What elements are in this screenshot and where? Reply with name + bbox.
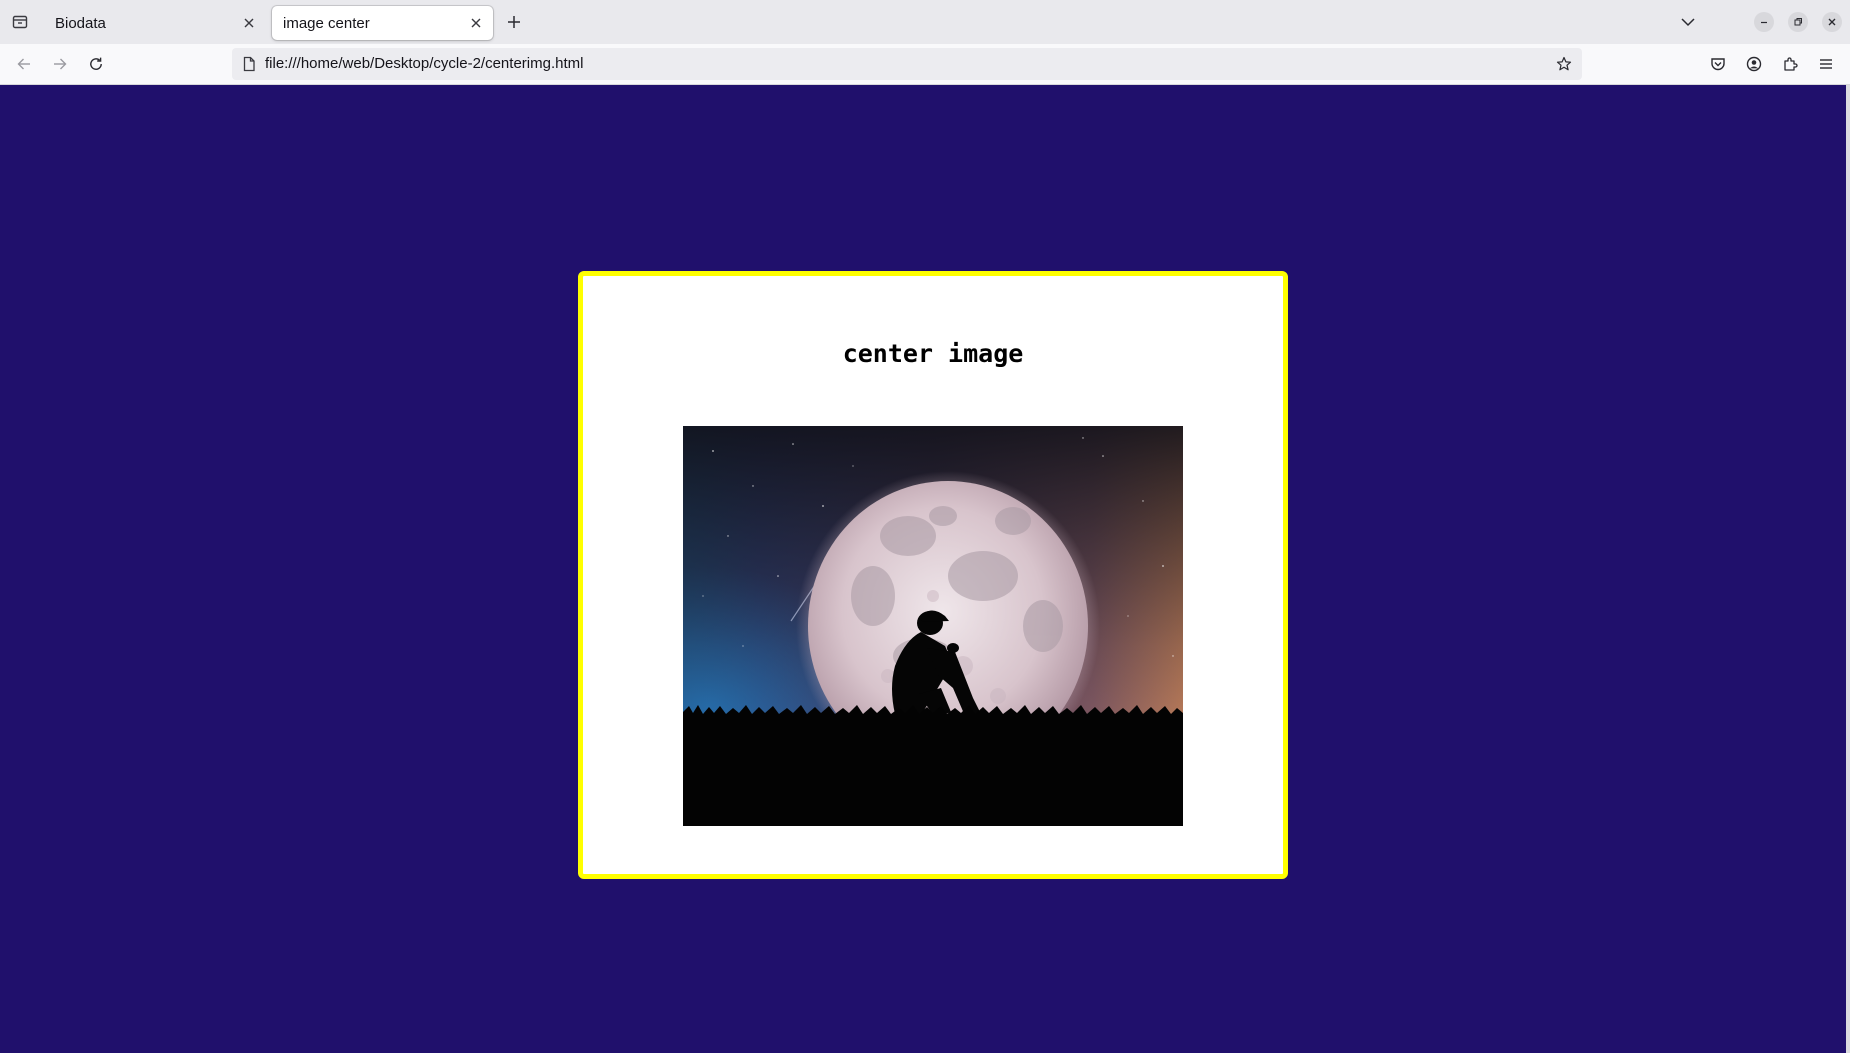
- tab-title: image center: [283, 14, 370, 32]
- close-icon: [244, 18, 254, 28]
- url-text[interactable]: file:///home/web/Desktop/cycle-2/centeri…: [265, 55, 583, 72]
- puzzle-icon: [1784, 57, 1798, 71]
- app-menu-button[interactable]: [1812, 50, 1840, 78]
- reload-icon: [90, 57, 102, 70]
- restore-icon: [1794, 18, 1802, 26]
- account-button[interactable]: [1740, 50, 1768, 78]
- tab-biodata[interactable]: Biodata: [44, 6, 266, 40]
- scrollbar[interactable]: [1846, 85, 1850, 1053]
- arrow-left-icon: [17, 58, 30, 70]
- bookmark-star-button[interactable]: [1552, 52, 1576, 76]
- tab-title: Biodata: [55, 14, 106, 32]
- minimize-button[interactable]: [1754, 12, 1774, 32]
- forward-button[interactable]: [45, 49, 75, 79]
- list-all-tabs-button[interactable]: [1674, 8, 1702, 36]
- tab-strip: Biodata image center: [0, 0, 1850, 44]
- firefox-view-icon: [12, 15, 28, 29]
- window-close-button[interactable]: [1822, 12, 1842, 32]
- page-content: center image: [0, 85, 1850, 1053]
- account-icon: [1746, 56, 1762, 72]
- close-icon: [1828, 18, 1836, 26]
- new-tab-button[interactable]: [500, 8, 528, 36]
- navigation-bar: file:///home/web/Desktop/cycle-2/centeri…: [0, 44, 1850, 85]
- minimize-icon: [1761, 21, 1767, 24]
- extensions-button[interactable]: [1776, 50, 1804, 78]
- page-icon: [241, 56, 257, 72]
- plus-icon: [508, 16, 520, 28]
- pocket-icon: [1711, 58, 1725, 71]
- url-bar[interactable]: file:///home/web/Desktop/cycle-2/centeri…: [232, 48, 1582, 80]
- back-button[interactable]: [9, 49, 39, 79]
- close-icon: [471, 18, 481, 28]
- tab-close-button[interactable]: [465, 12, 487, 34]
- firefox-view-button[interactable]: [6, 8, 34, 36]
- arrow-right-icon: [54, 58, 67, 70]
- browser-window: Biodata image center file:///home/web/De…: [0, 0, 1850, 1053]
- hamburger-menu-icon: [1820, 59, 1832, 69]
- reload-button[interactable]: [81, 49, 111, 79]
- tab-image-center[interactable]: image center: [272, 6, 493, 40]
- center-box: center image: [578, 271, 1288, 879]
- page-heading: center image: [842, 339, 1024, 368]
- star-icon: [1556, 56, 1572, 71]
- pocket-button[interactable]: [1704, 50, 1732, 78]
- chevron-down-icon: [1681, 18, 1695, 27]
- tab-close-button[interactable]: [238, 12, 260, 34]
- moon-silhouette-photo: [683, 426, 1183, 826]
- restore-button[interactable]: [1788, 12, 1808, 32]
